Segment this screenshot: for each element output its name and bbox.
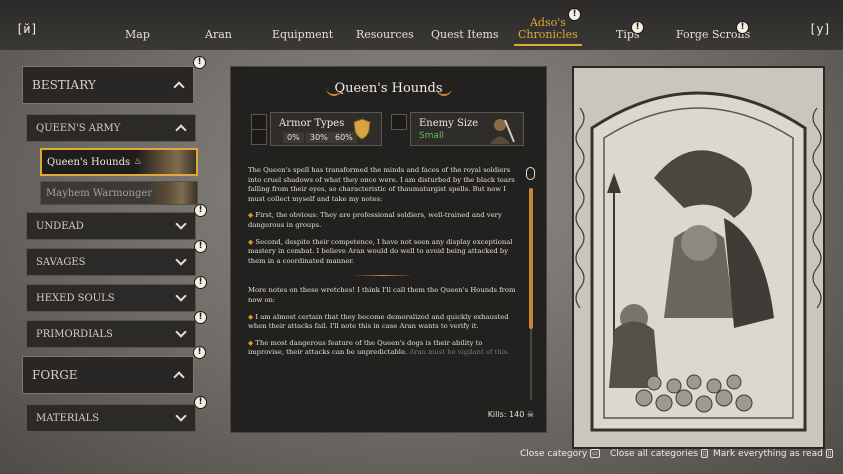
sidebar-category-label: SAVAGES bbox=[36, 256, 86, 268]
sidebar-category-bestiary[interactable]: BESTIARY bbox=[22, 66, 194, 104]
chevron-down-icon bbox=[175, 326, 187, 338]
top-navigation-bar bbox=[0, 0, 843, 50]
enemy-portrait-icon bbox=[490, 119, 515, 144]
entry-bullet-paragraph: ◆ The most dangerous feature of the Quee… bbox=[248, 339, 518, 358]
bullet-diamond-icon: ◆ bbox=[248, 338, 254, 347]
bestiary-entry-mayhem-warmonger[interactable]: Mayhem Warmonger bbox=[40, 181, 198, 205]
bullet-text: Second, despite their competence, I have… bbox=[248, 237, 513, 265]
mouse-icon: ▯ bbox=[825, 449, 834, 458]
kills-counter: Kills: 140 ☠ bbox=[488, 410, 534, 419]
entry-paragraph: The Queen's spell has transformed the mi… bbox=[248, 166, 515, 203]
sidebar-category-forge[interactable]: FORGE bbox=[22, 356, 194, 394]
shield-icon bbox=[353, 118, 371, 140]
next-tab-key-hint[interactable]: [у] bbox=[809, 22, 831, 36]
close-category-action[interactable]: Close category ▭ bbox=[520, 449, 600, 459]
action-label: Close all categories bbox=[610, 449, 698, 459]
sidebar-category-label: FORGE bbox=[32, 368, 78, 382]
sidebar-subcategory-queens-army[interactable]: QUEEN'S ARMY bbox=[26, 114, 196, 142]
new-badge-icon: ! bbox=[194, 240, 207, 253]
new-badge-icon: ! bbox=[568, 8, 581, 21]
tab-equipment[interactable]: Equipment bbox=[272, 29, 333, 41]
enemy-size-value: Small bbox=[419, 131, 444, 141]
queens-hounds-illustration-icon bbox=[574, 68, 823, 447]
section-divider bbox=[353, 275, 413, 277]
bullet-text: First, the obvious: They are professiona… bbox=[248, 211, 502, 229]
bestiary-entry-queens-hounds[interactable]: Queen's Hounds ♨ bbox=[40, 148, 198, 176]
tab-aran[interactable]: Aran bbox=[205, 29, 232, 41]
new-badge-icon: ! bbox=[193, 56, 206, 69]
entry-title: Queen's Hounds bbox=[334, 81, 443, 96]
entry-detail-panel: Queen's Hounds Armor Types 0% 30% 60% En… bbox=[230, 66, 547, 433]
enemy-thumbnail bbox=[136, 150, 196, 174]
sidebar-category-savages[interactable]: SAVAGES bbox=[26, 248, 196, 276]
entry-body-text: The Queen's spell has transformed the mi… bbox=[248, 166, 518, 365]
sidebar-category-undead[interactable]: UNDEAD bbox=[26, 212, 196, 240]
new-badge-icon: ! bbox=[194, 276, 207, 289]
chevron-up-icon bbox=[173, 371, 185, 383]
entry-bullet-paragraph: ◆ I am almost certain that they become d… bbox=[248, 313, 518, 332]
sidebar-category-hexed-souls[interactable]: HEXED SOULS bbox=[26, 284, 196, 312]
entry-paragraph: More notes on these wretches! I think I'… bbox=[248, 286, 516, 304]
kills-label: Kills: 140 bbox=[487, 410, 525, 419]
armor-types-label: Armor Types bbox=[279, 118, 345, 129]
new-badge-icon: ! bbox=[631, 21, 644, 34]
scrollbar-thumb[interactable] bbox=[529, 188, 533, 329]
chevron-down-icon bbox=[175, 218, 187, 230]
mark-all-read-action[interactable]: Mark everything as read ▯ bbox=[713, 449, 834, 459]
new-badge-icon: ! bbox=[193, 346, 206, 359]
mouse-scroll-icon bbox=[526, 167, 535, 180]
chevron-down-icon bbox=[175, 254, 187, 266]
mouse-icon: ▯ bbox=[700, 449, 709, 458]
new-badge-icon: ! bbox=[194, 311, 207, 324]
bullet-diamond-icon: ◆ bbox=[248, 312, 254, 321]
entry-label: Queen's Hounds bbox=[47, 156, 131, 168]
armor-value: 30% bbox=[306, 132, 332, 143]
new-badge-icon: ! bbox=[736, 21, 749, 34]
armor-info-icon bbox=[251, 129, 267, 145]
sidebar-subcategory-label: QUEEN'S ARMY bbox=[36, 122, 121, 134]
bullet-diamond-icon: ◆ bbox=[248, 211, 254, 220]
active-tab-underline bbox=[514, 44, 582, 46]
skull-icon: ☠ bbox=[526, 410, 534, 419]
armor-value: 0% bbox=[283, 132, 304, 143]
new-badge-icon: ! bbox=[194, 204, 207, 217]
enemy-size-box: Enemy Size Small bbox=[410, 112, 524, 146]
armor-types-box: Armor Types 0% 30% 60% bbox=[270, 112, 382, 146]
prev-tab-key-hint[interactable]: [й] bbox=[16, 22, 38, 36]
enemy-thumbnail bbox=[147, 182, 197, 204]
sidebar-category-label: PRIMORDIALS bbox=[36, 328, 113, 340]
armor-info-icon bbox=[251, 114, 267, 130]
tab-quest-items[interactable]: Quest Items bbox=[431, 29, 499, 41]
close-all-categories-action[interactable]: Close all categories ▯ bbox=[610, 449, 709, 459]
new-badge-icon: ! bbox=[194, 396, 207, 409]
sidebar-category-label: HEXED SOULS bbox=[36, 292, 115, 304]
enemy-size-label: Enemy Size bbox=[419, 118, 479, 129]
faded-text: Aran must be vigilant of this. bbox=[409, 348, 510, 357]
chevron-up-icon bbox=[173, 81, 185, 93]
tab-resources[interactable]: Resources bbox=[356, 29, 414, 41]
entry-bullet-paragraph: ◆ Second, despite their competence, I ha… bbox=[248, 238, 518, 267]
sidebar-category-label: UNDEAD bbox=[36, 220, 84, 232]
chevron-down-icon bbox=[175, 410, 187, 422]
key-icon: ▭ bbox=[590, 449, 600, 458]
chevron-up-icon bbox=[175, 124, 187, 136]
action-label: Close category bbox=[520, 449, 588, 459]
sidebar-subcategory-label: MATERIALS bbox=[36, 412, 100, 424]
sidebar-category-label: BESTIARY bbox=[32, 78, 96, 92]
entry-bullet-paragraph: ◆ First, the obvious: They are professio… bbox=[248, 211, 518, 230]
action-label: Mark everything as read bbox=[713, 449, 823, 459]
tab-map[interactable]: Map bbox=[125, 29, 150, 41]
tab-adsos-chronicles[interactable]: Adso's Chronicles bbox=[514, 17, 582, 46]
sidebar-category-primordials[interactable]: PRIMORDIALS bbox=[26, 320, 196, 348]
tab-label-line2: Chronicles bbox=[518, 28, 578, 41]
bestiary-illustration bbox=[572, 66, 825, 449]
size-info-icon bbox=[391, 114, 407, 130]
chevron-down-icon bbox=[175, 290, 187, 302]
sidebar-subcategory-materials[interactable]: MATERIALS bbox=[26, 404, 196, 432]
entry-label: Mayhem Warmonger bbox=[46, 187, 153, 199]
bullet-diamond-icon: ◆ bbox=[248, 237, 254, 246]
bullet-text: I am almost certain that they become dem… bbox=[248, 312, 509, 331]
